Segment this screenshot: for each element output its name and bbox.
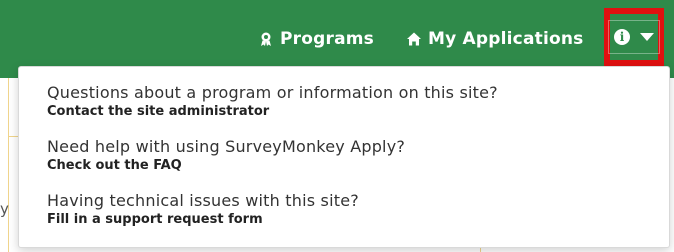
menu-item-support-request[interactable]: Having technical issues with this site? … [47,191,359,227]
award-icon [258,31,274,47]
menu-item-contact-admin[interactable]: Questions about a program or information… [47,83,498,119]
nav-programs-link[interactable]: Programs [258,26,374,52]
menu-item-action[interactable]: Fill in a support request form [47,212,359,227]
menu-item-faq[interactable]: Need help with using SurveyMonkey Apply?… [47,137,405,173]
help-info-menu-button[interactable]: i [604,8,664,66]
menu-item-question: Having technical issues with this site? [47,191,359,210]
caret-down-icon [640,33,654,41]
obscured-text: y [0,200,9,218]
menu-item-question: Need help with using SurveyMonkey Apply? [47,137,406,156]
nav-my-applications-link[interactable]: My Applications [406,26,583,52]
menu-item-question: Questions about a program or information… [47,83,498,102]
help-info-toggle[interactable]: i [608,20,660,54]
menu-item-action[interactable]: Contact the site administrator [47,104,498,119]
nav-my-applications-label: My Applications [428,29,584,49]
home-icon [406,31,422,47]
nav-programs-label: Programs [280,29,374,49]
help-dropdown-menu: Questions about a program or information… [18,66,670,248]
content-divider [8,78,9,252]
info-icon: i [614,29,630,45]
menu-item-action[interactable]: Check out the FAQ [47,158,405,173]
